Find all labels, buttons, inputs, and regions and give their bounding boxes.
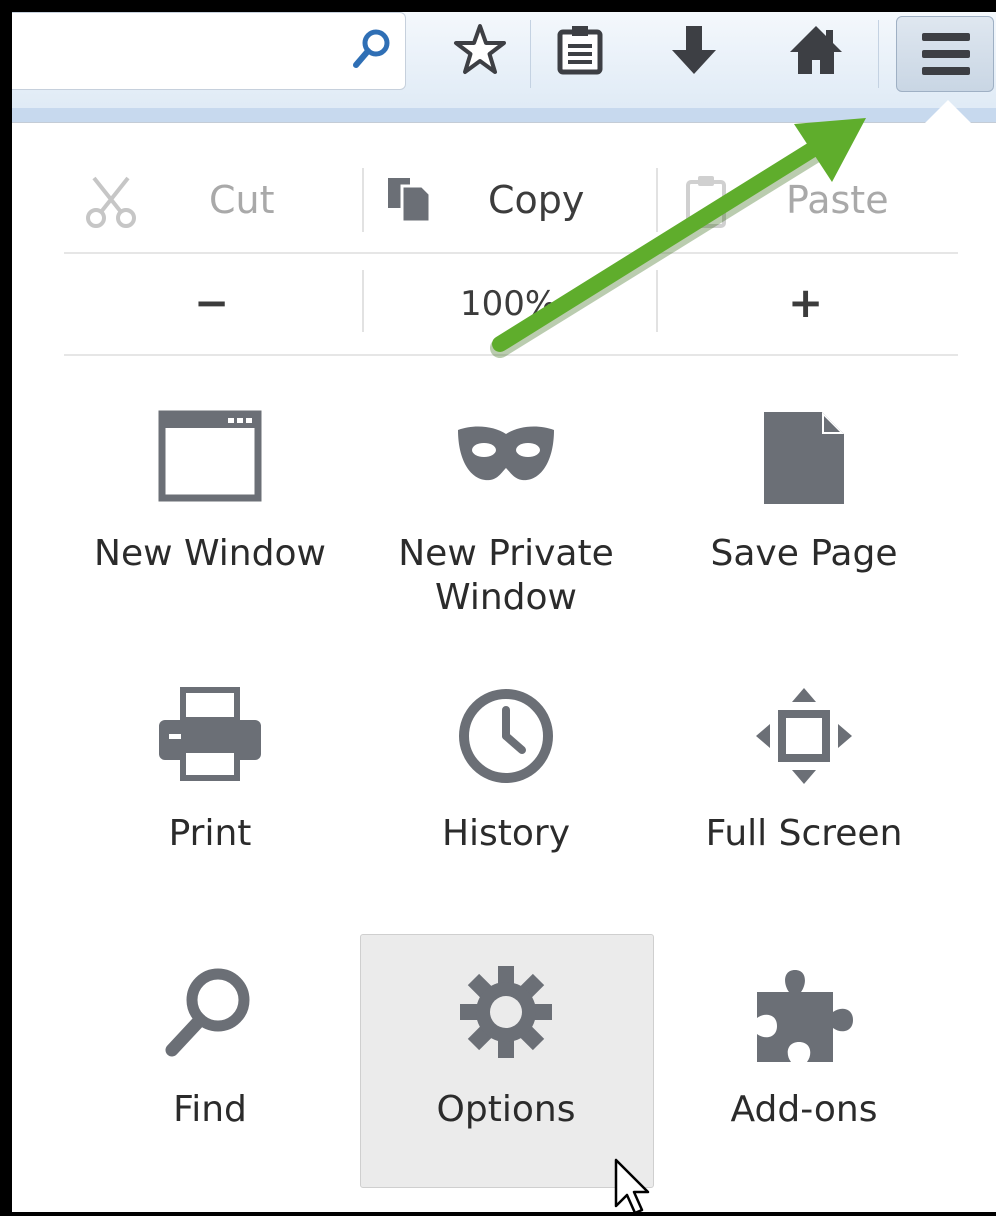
find-button[interactable]: Find	[62, 962, 358, 1142]
fullscreen-icon	[756, 688, 852, 784]
options-label: Options	[436, 1089, 576, 1130]
row-divider	[64, 354, 958, 356]
copy-label: Copy	[488, 178, 585, 222]
toolbar-separator	[878, 20, 879, 88]
window-frame-top	[0, 0, 996, 12]
magnifier-icon	[165, 968, 250, 1057]
find-label: Find	[173, 1089, 247, 1130]
full-screen-button[interactable]: Full Screen	[656, 686, 952, 866]
home-icon[interactable]	[786, 20, 846, 80]
save-page-label: Save Page	[710, 533, 898, 574]
zoom-in-label: +	[788, 278, 824, 327]
copy-button[interactable]: Copy	[364, 150, 656, 254]
history-label: History	[441, 813, 571, 854]
mask-icon	[458, 426, 554, 481]
zoom-out-button[interactable]: −	[64, 254, 362, 356]
new-private-window-button[interactable]: New Private Window	[358, 410, 654, 630]
new-private-window-label: New Private Window	[398, 533, 614, 618]
menu-button[interactable]	[896, 16, 994, 92]
print-label: Print	[168, 813, 252, 854]
search-input[interactable]	[12, 12, 406, 90]
puzzle-icon	[757, 970, 853, 1062]
zoom-out-label: −	[194, 278, 230, 327]
gear-icon	[460, 966, 552, 1058]
printer-icon	[159, 687, 261, 781]
print-button[interactable]: Print	[62, 686, 358, 866]
cut-label: Cut	[209, 178, 275, 222]
bookmarks-menu-icon[interactable]	[550, 20, 610, 80]
clock-icon	[459, 689, 553, 783]
save-page-button[interactable]: Save Page	[656, 410, 952, 630]
full-screen-label: Full Screen	[705, 813, 903, 854]
search-icon[interactable]	[350, 27, 394, 71]
cut-button[interactable]: Cut	[64, 150, 362, 254]
toolbar-separator	[530, 20, 531, 88]
paste-label: Paste	[786, 178, 889, 222]
hamburger-icon	[922, 33, 970, 75]
scissors-icon	[86, 176, 136, 228]
copy-icon	[388, 178, 432, 224]
new-window-icon	[158, 410, 262, 502]
zoom-level: 100%	[460, 284, 558, 324]
add-ons-button[interactable]: Add-ons	[656, 962, 952, 1142]
clipboard-icon	[686, 176, 726, 228]
paste-button[interactable]: Paste	[658, 150, 958, 254]
download-arrow-icon[interactable]	[664, 20, 724, 80]
window-frame-left	[0, 0, 12, 1216]
toolbar-bottom-band	[12, 108, 996, 122]
history-button[interactable]: History	[358, 686, 654, 866]
page-icon	[764, 412, 844, 504]
zoom-in-button[interactable]: +	[658, 254, 958, 356]
new-window-label: New Window	[94, 533, 326, 574]
zoom-reset-button[interactable]: 100%	[364, 254, 656, 356]
bookmark-star-icon[interactable]	[450, 20, 510, 80]
add-ons-label: Add-ons	[730, 1089, 878, 1130]
new-window-button[interactable]: New Window	[62, 410, 358, 630]
panel-pointer	[924, 100, 972, 124]
options-button[interactable]: Options	[358, 962, 654, 1142]
